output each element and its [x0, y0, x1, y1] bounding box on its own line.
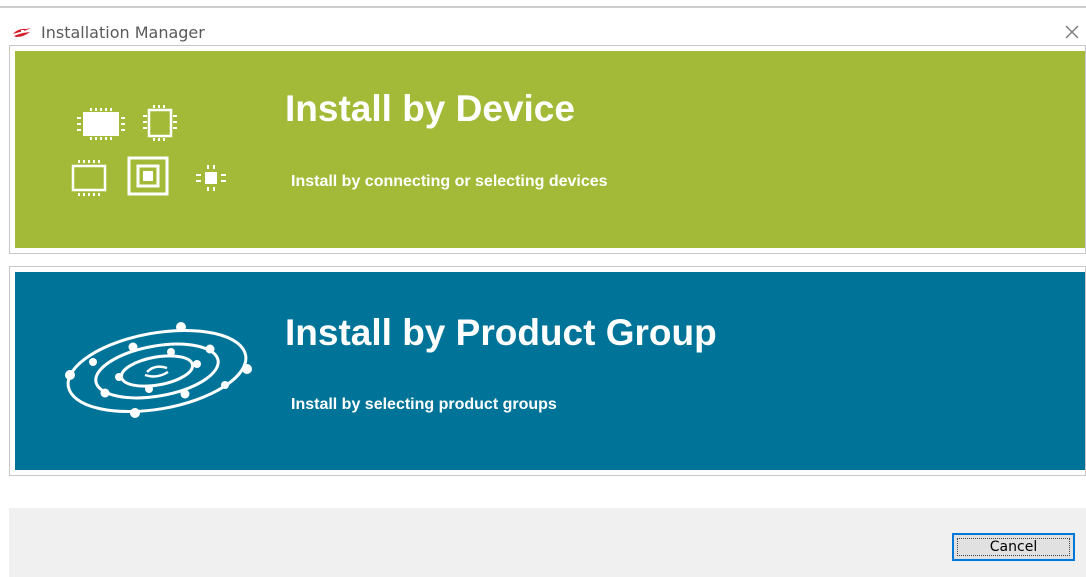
install-by-product-group-panel[interactable]: Install by Product Group Install by sele… — [15, 272, 1085, 470]
install-by-product-group-option[interactable]: Install by Product Group Install by sele… — [9, 266, 1086, 476]
option-subtitle: Install by connecting or selecting devic… — [291, 173, 608, 190]
option-title: Install by Product Group — [285, 312, 717, 353]
option-subtitle: Install by selecting product groups — [291, 396, 557, 413]
install-by-device-panel[interactable]: Install by Device Install by connecting … — [15, 51, 1085, 248]
dialog-footer: Cancel — [9, 508, 1086, 577]
chip-devices-icon — [71, 105, 226, 196]
silicon-labs-logo-icon — [13, 28, 31, 37]
orbit-rings-icon — [65, 322, 252, 418]
title-bar: Installation Manager — [0, 8, 1086, 44]
close-icon[interactable] — [1062, 22, 1082, 42]
cancel-button[interactable]: Cancel — [952, 533, 1075, 561]
install-by-device-option[interactable]: Install by Device Install by connecting … — [9, 45, 1086, 254]
window-title: Installation Manager — [41, 23, 205, 42]
cancel-button-label: Cancel — [957, 538, 1070, 556]
option-title: Install by Device — [285, 88, 575, 129]
